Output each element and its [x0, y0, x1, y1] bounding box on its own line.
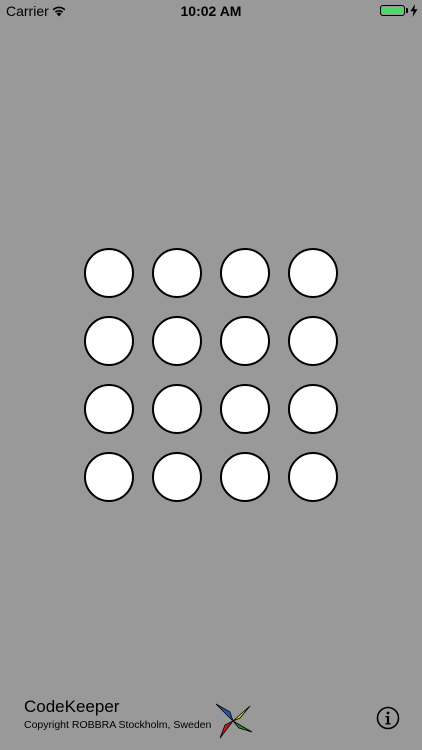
charging-bolt-icon: [410, 4, 418, 17]
keypad-circle-r1-c3[interactable]: [220, 248, 270, 298]
keypad-circle-r3-c2[interactable]: [152, 384, 202, 434]
keypad-circle-r2-c1[interactable]: [84, 316, 134, 366]
logo-blade-outline: [232, 720, 253, 733]
app-name: CodeKeeper: [24, 697, 120, 716]
logo-blade-outline: [219, 720, 234, 739]
footer: CodeKeeper Copyright ROBBRA Stockholm, S…: [0, 690, 422, 750]
keypad-circle-r3-c3[interactable]: [220, 384, 270, 434]
keypad-circle-r4-c1[interactable]: [84, 452, 134, 502]
keypad-circle-r4-c2[interactable]: [152, 452, 202, 502]
keypad-circle-r1-c1[interactable]: [84, 248, 134, 298]
battery-icon: [380, 5, 405, 16]
keypad-circle-r3-c1[interactable]: [84, 384, 134, 434]
info-icon[interactable]: [376, 706, 400, 730]
copyright-text: Copyright ROBBRA Stockholm, Sweden: [24, 719, 212, 731]
code-keypad: [84, 248, 338, 502]
keypad-circle-r2-c2[interactable]: [152, 316, 202, 366]
logo-blade-outline: [232, 705, 251, 722]
status-time: 10:02 AM: [180, 3, 242, 19]
logo-blade-outline: [215, 703, 234, 722]
keypad-circle-r1-c4[interactable]: [288, 248, 338, 298]
battery-level-fill: [382, 7, 403, 14]
status-bar: Carrier 10:02 AM: [0, 0, 422, 22]
keypad-circle-r3-c4[interactable]: [288, 384, 338, 434]
robbra-logo-icon: [215, 703, 253, 739]
keypad-circle-r2-c4[interactable]: [288, 316, 338, 366]
battery-cap: [406, 8, 408, 13]
keypad-circle-r2-c3[interactable]: [220, 316, 270, 366]
keypad-circle-r1-c2[interactable]: [152, 248, 202, 298]
keypad-circle-r4-c3[interactable]: [220, 452, 270, 502]
keypad-circle-r4-c4[interactable]: [288, 452, 338, 502]
